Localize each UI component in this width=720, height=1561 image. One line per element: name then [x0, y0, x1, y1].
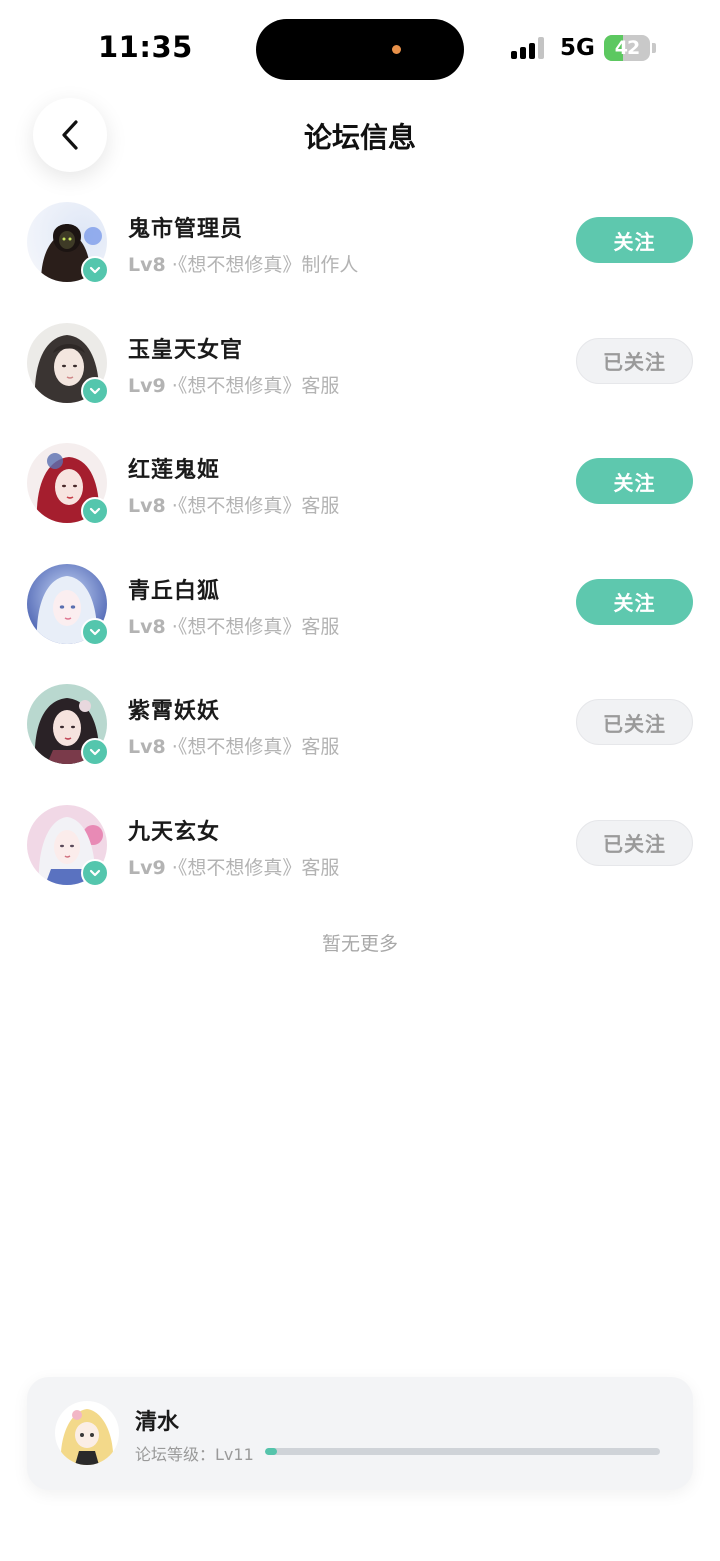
- member-name: 玉皇天女官: [128, 337, 244, 363]
- page-title: 论坛信息: [303, 121, 416, 154]
- avatar[interactable]: [27, 563, 109, 646]
- member-name: 九天玄女: [128, 819, 221, 845]
- member-level: Lv8: [128, 615, 166, 638]
- verified-badge-icon: [81, 497, 109, 525]
- follow-button[interactable]: 关注: [576, 217, 693, 263]
- list-item[interactable]: 玉皇天女官 Lv9 ·《想不想修真》客服 已关注: [0, 321, 720, 442]
- verified-badge-icon: [81, 376, 109, 405]
- member-subtitle: Lv8 ·《想不想修真》客服: [128, 612, 339, 639]
- avatar[interactable]: [27, 202, 109, 284]
- avatar[interactable]: [27, 684, 109, 766]
- member-name: 鬼市管理员: [128, 217, 244, 242]
- dynamic-island: [256, 19, 464, 80]
- list-item[interactable]: 红莲鬼姬 Lv8 ·《想不想修真》客服 关注: [0, 441, 720, 562]
- following-button[interactable]: 已关注: [576, 819, 693, 866]
- list-item[interactable]: 鬼市管理员 Lv8 ·《想不想修真》制作人 关注: [0, 200, 720, 321]
- following-button[interactable]: 已关注: [576, 337, 693, 384]
- verified-badge-icon: [81, 738, 109, 766]
- member-name: 紫霄妖妖: [128, 699, 221, 724]
- member-level: Lv9: [128, 856, 166, 879]
- member-role: 《想不想修真》客服: [177, 374, 340, 397]
- cellular-signal-icon: [511, 37, 547, 59]
- member-role: 《想不想修真》制作人: [177, 254, 359, 276]
- verified-badge-icon: [81, 256, 109, 284]
- member-level: Lv8: [128, 495, 166, 517]
- member-level: Lv8: [128, 254, 166, 276]
- following-button[interactable]: 已关注: [576, 699, 693, 745]
- member-subtitle: Lv8 ·《想不想修真》制作人: [128, 250, 358, 277]
- avatar[interactable]: [27, 322, 109, 405]
- member-level: Lv8: [128, 736, 166, 758]
- network-type: 5G: [560, 35, 595, 61]
- list-item[interactable]: 青丘白狐 Lv8 ·《想不想修真》客服 关注: [0, 562, 720, 683]
- current-user-name: 清水: [135, 1410, 180, 1435]
- forum-info-screen: 11:35 5G 42 论坛信息 鬼市管理员 Lv8 ·《想不想修真》制作人 关…: [0, 0, 720, 1561]
- current-user-card[interactable]: 清水 论坛等级：Lv11: [27, 1377, 693, 1490]
- member-name: 红莲鬼姬: [128, 458, 221, 483]
- battery-level: 42: [614, 37, 640, 59]
- member-subtitle: Lv9 ·《想不想修真》客服: [128, 853, 339, 880]
- status-bar: 11:35 5G 42: [0, 0, 720, 96]
- member-role: 《想不想修真》客服: [177, 495, 340, 517]
- level-progress-fill: [265, 1448, 277, 1455]
- status-time: 11:35: [98, 30, 193, 64]
- member-level: Lv9: [128, 374, 166, 397]
- camera-indicator-icon: [392, 45, 401, 54]
- level-progress-bar: [265, 1448, 660, 1455]
- verified-badge-icon: [81, 858, 109, 887]
- member-role: 《想不想修真》客服: [177, 736, 340, 758]
- battery-cap: [652, 43, 656, 53]
- member-subtitle: Lv8 ·《想不想修真》客服: [128, 732, 339, 759]
- member-subtitle: Lv8 ·《想不想修真》客服: [128, 491, 339, 518]
- member-role: 《想不想修真》客服: [177, 615, 340, 638]
- battery-icon: 42: [604, 35, 650, 61]
- list-end-text: 暂无更多: [321, 933, 398, 955]
- verified-badge-icon: [81, 617, 109, 646]
- current-user-level: 论坛等级：Lv11: [135, 1445, 254, 1464]
- avatar-image: [55, 1401, 119, 1465]
- member-name: 青丘白狐: [128, 578, 221, 604]
- member-list: 鬼市管理员 Lv8 ·《想不想修真》制作人 关注 玉皇天女官 Lv9 ·《想不想…: [0, 200, 720, 923]
- avatar[interactable]: [55, 1401, 119, 1465]
- member-role: 《想不想修真》客服: [177, 856, 340, 879]
- follow-button[interactable]: 关注: [576, 458, 693, 504]
- list-item[interactable]: 紫霄妖妖 Lv8 ·《想不想修真》客服 已关注: [0, 682, 720, 803]
- avatar[interactable]: [27, 443, 109, 525]
- avatar[interactable]: [27, 804, 109, 887]
- member-subtitle: Lv9 ·《想不想修真》客服: [128, 371, 339, 398]
- list-item[interactable]: 九天玄女 Lv9 ·《想不想修真》客服 已关注: [0, 803, 720, 924]
- follow-button[interactable]: 关注: [576, 578, 693, 625]
